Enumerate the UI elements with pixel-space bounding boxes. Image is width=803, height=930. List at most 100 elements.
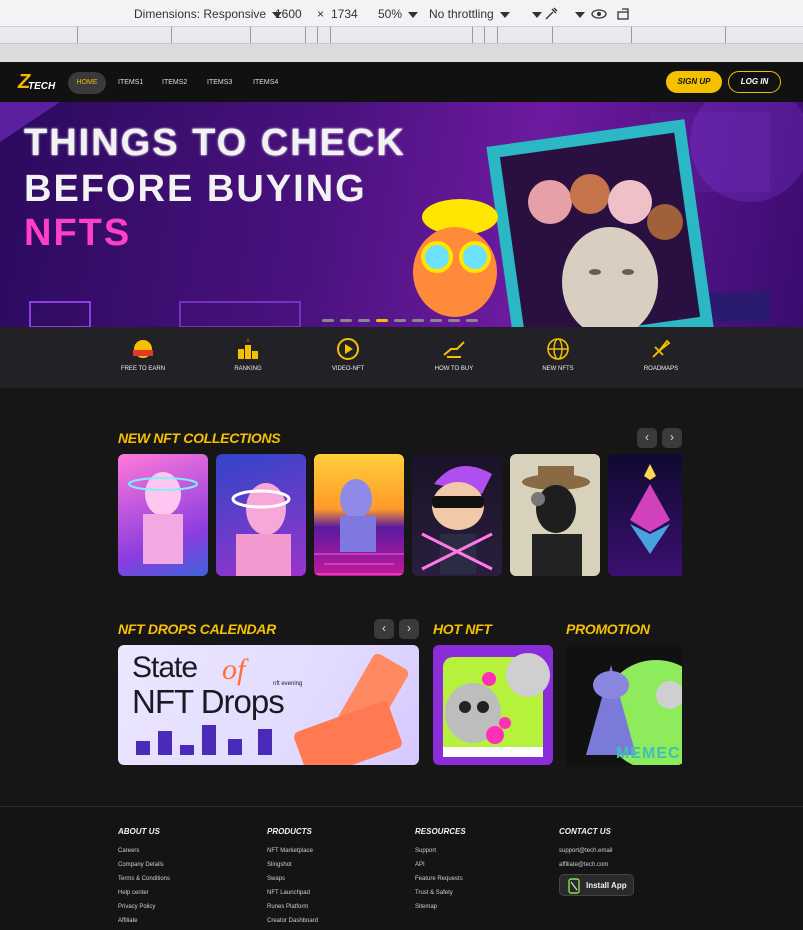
category-bar: FREE TO EARN RANKING VIDEO-NFT HOW TO BU… xyxy=(0,327,803,388)
category-roadmaps[interactable]: ROADMAPS xyxy=(626,337,696,372)
footer-link[interactable]: Trust & Safety xyxy=(415,886,466,900)
phone-icon xyxy=(568,878,580,894)
footer-products: PRODUCTS NFT Marketplace Slingshot Swaps… xyxy=(267,827,318,928)
drops-next-button[interactable]: › xyxy=(399,619,419,639)
nav-items3[interactable]: ITEMS3 xyxy=(207,72,232,94)
footer-link[interactable]: Support xyxy=(415,844,466,858)
width-input[interactable]: 1600 xyxy=(275,7,302,21)
page: Z TECH HOME ITEMS1 ITEMS2 ITEMS3 ITEMS4 … xyxy=(0,62,803,930)
footer-email-support[interactable]: support@tech.email xyxy=(559,844,612,858)
install-app-button[interactable]: Install App xyxy=(559,874,634,896)
chevron-down-icon xyxy=(408,11,419,18)
slider-dot[interactable] xyxy=(412,319,424,322)
collections-next-button[interactable]: › xyxy=(662,428,682,448)
nft-card[interactable] xyxy=(314,454,404,576)
category-ranking[interactable]: RANKING xyxy=(213,337,283,372)
footer-link[interactable]: Slingshot xyxy=(267,858,318,872)
slider-dot[interactable] xyxy=(340,319,352,322)
zoom-select[interactable]: 50% xyxy=(378,7,419,21)
slider-dot-active[interactable] xyxy=(376,319,388,322)
eyedropper-icon[interactable] xyxy=(543,6,559,22)
footer-link[interactable]: API xyxy=(415,858,466,872)
slider-dot[interactable] xyxy=(358,319,370,322)
nav-items4[interactable]: ITEMS4 xyxy=(253,72,278,94)
footer-link[interactable]: Creator Dashboard xyxy=(267,914,318,928)
footer-link[interactable]: Company Details xyxy=(118,858,170,872)
nft-card[interactable] xyxy=(608,454,682,576)
throttling-label: No throttling xyxy=(429,7,494,21)
install-app-label: Install App xyxy=(586,881,627,890)
hot-nft-image xyxy=(443,653,550,757)
earn-icon xyxy=(133,340,153,358)
category-how-to-buy[interactable]: HOW TO BUY xyxy=(419,337,489,372)
nft-card[interactable] xyxy=(118,454,208,576)
login-button[interactable]: LOG IN xyxy=(728,71,781,93)
footer-email-affiliate[interactable]: affiliate@tech.com xyxy=(559,858,612,872)
footer: ABOUT US Careers Company Details Terms &… xyxy=(0,806,803,930)
statue-head-image xyxy=(528,174,683,327)
footer-link[interactable]: Affiliate xyxy=(118,914,170,928)
footer-link[interactable]: Feature Requests xyxy=(415,872,466,886)
footer-about: ABOUT US Careers Company Details Terms &… xyxy=(118,827,170,928)
nft-image xyxy=(630,464,670,554)
nav-home[interactable]: HOME xyxy=(68,72,106,94)
footer-link[interactable]: NFT Launchpad xyxy=(267,886,318,900)
dimensions-label: Dimensions: Responsive xyxy=(134,7,267,21)
nav-items1[interactable]: ITEMS1 xyxy=(118,72,143,94)
hero-title-line1: THINGS TO CHECK xyxy=(24,122,406,164)
nft-image xyxy=(522,466,590,576)
category-free-to-earn[interactable]: FREE TO EARN xyxy=(108,337,178,372)
height-input[interactable]: 1734 xyxy=(331,7,358,21)
nft-image xyxy=(421,466,493,574)
section-title-drops: NFT DROPS CALENDAR xyxy=(118,621,276,637)
globe-icon xyxy=(547,338,569,360)
zoom-label: 50% xyxy=(378,7,403,21)
rotate-device-icon[interactable] xyxy=(616,7,632,21)
category-video-nft[interactable]: VIDEO-NFT xyxy=(313,337,383,372)
footer-link[interactable]: Runes Platform xyxy=(267,900,318,914)
promotion-card-text: MEMEC xyxy=(616,745,681,762)
footer-resources: RESOURCES Support API Feature Requests T… xyxy=(415,827,466,914)
category-label: VIDEO-NFT xyxy=(331,366,365,372)
slider-dot[interactable] xyxy=(430,319,442,322)
drops-banner[interactable]: State of nft evening NFT Drops xyxy=(118,645,419,765)
footer-link[interactable]: Swaps xyxy=(267,872,318,886)
dimensions-select[interactable]: Dimensions: Responsive xyxy=(134,7,283,21)
collections-prev-button[interactable]: ‹ xyxy=(637,428,657,448)
slider-dot[interactable] xyxy=(394,319,406,322)
nft-card[interactable] xyxy=(216,454,306,576)
ranking-icon xyxy=(238,338,258,359)
slider-dot[interactable] xyxy=(466,319,478,322)
hero-title-line3: NFTS xyxy=(24,212,132,254)
nft-card[interactable] xyxy=(412,454,502,576)
footer-link[interactable]: Sitemap xyxy=(415,900,466,914)
nft-image xyxy=(231,483,291,576)
category-new-nfts[interactable]: NEW NFTS xyxy=(523,337,593,372)
chevron-down-icon[interactable] xyxy=(526,7,542,21)
nav-items2[interactable]: ITEMS2 xyxy=(162,72,187,94)
slider-dot[interactable] xyxy=(448,319,460,322)
category-label: HOW TO BUY xyxy=(434,366,474,372)
footer-heading: PRODUCTS xyxy=(267,827,312,836)
devtools-toolbar: Dimensions: Responsive 1600 × 1734 50% N… xyxy=(0,0,803,62)
pixel-ruler xyxy=(0,43,803,62)
logo-text: TECH xyxy=(28,81,56,92)
hero-title-line2: BEFORE BUYING xyxy=(24,168,367,210)
footer-link[interactable]: Careers xyxy=(118,844,170,858)
eye-icon[interactable] xyxy=(591,7,607,21)
footer-link[interactable]: Help center xyxy=(118,886,170,900)
category-label: FREE TO EARN xyxy=(120,366,166,372)
chevron-down-icon[interactable] xyxy=(569,7,585,21)
footer-link[interactable]: NFT Marketplace xyxy=(267,844,318,858)
throttling-select[interactable]: No throttling xyxy=(429,7,510,21)
nft-card[interactable] xyxy=(510,454,600,576)
hero-banner[interactable]: THINGS TO CHECK BEFORE BUYING NFTS xyxy=(0,102,803,327)
logo[interactable]: Z TECH xyxy=(18,71,58,95)
drops-prev-button[interactable]: ‹ xyxy=(374,619,394,639)
promotion-card[interactable]: MEMEC xyxy=(566,645,682,765)
footer-link[interactable]: Terms & Conditions xyxy=(118,872,170,886)
slider-dot[interactable] xyxy=(322,319,334,322)
hot-nft-card[interactable] xyxy=(433,645,553,765)
signup-button[interactable]: SIGN UP xyxy=(666,71,722,93)
footer-link[interactable]: Privacy Policy xyxy=(118,900,170,914)
